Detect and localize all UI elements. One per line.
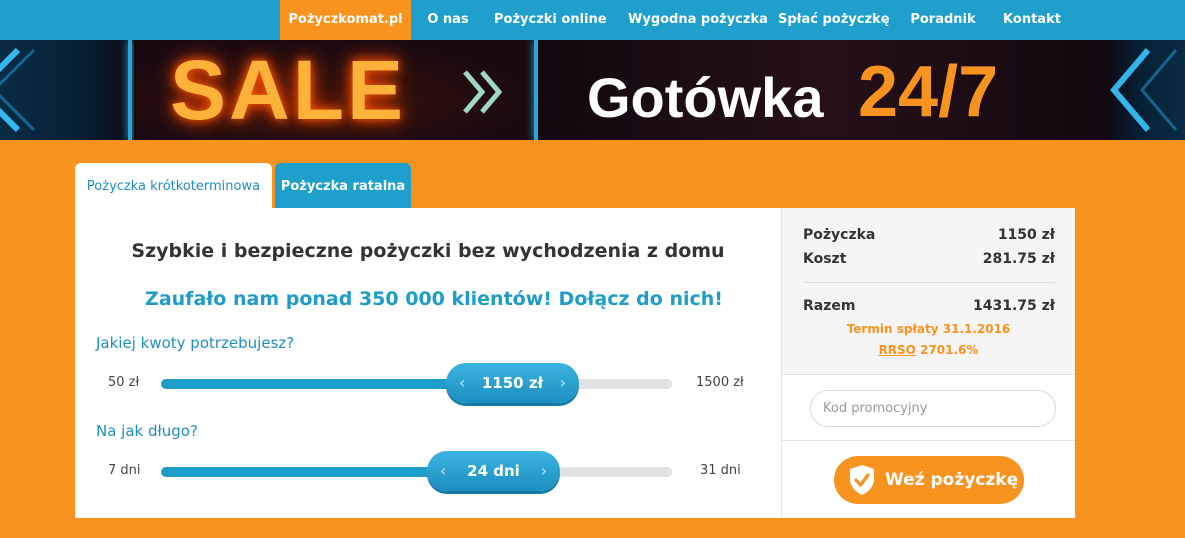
amount-question: Jakiej kwoty potrzebujesz? xyxy=(96,334,295,352)
loan-summary: Pożyczka 1150 zł Koszt 281.75 zł Razem 1… xyxy=(781,208,1075,518)
take-loan-label: Weź pożyczkę xyxy=(885,470,1019,490)
duration-question: Na jak długo? xyxy=(96,422,198,440)
promo-code-input[interactable] xyxy=(810,390,1056,427)
summary-breakdown: Pożyczka 1150 zł Koszt 281.75 zł Razem 1… xyxy=(782,208,1075,375)
loan-calculator: Szybkie i bezpieczne pożyczki bez wychod… xyxy=(75,208,781,518)
promo-banner[interactable]: SALE Gotówka 24/7 xyxy=(0,40,1185,140)
nav-item-convenient-loan[interactable]: Wygodna pożyczka xyxy=(628,0,768,40)
cost-label: Koszt xyxy=(803,251,847,267)
shield-check-icon xyxy=(850,465,874,495)
banner-right-decoration xyxy=(1110,40,1185,140)
summary-divider xyxy=(782,440,1075,441)
amount-max-label: 1500 zł xyxy=(696,375,744,390)
loan-label: Pożyczka xyxy=(803,227,876,243)
cost-row: Koszt 281.75 zł xyxy=(803,251,1055,267)
increase-duration-icon[interactable]: › xyxy=(541,451,547,491)
loan-row: Pożyczka 1150 zł xyxy=(803,227,1055,243)
rrso-link[interactable]: RRSO xyxy=(879,343,916,357)
total-row: Razem 1431.75 zł xyxy=(803,298,1055,314)
duration-slider-track[interactable] xyxy=(161,467,672,477)
nav-item-guide[interactable]: Poradnik xyxy=(910,0,976,40)
amount-slider-track[interactable] xyxy=(161,379,672,389)
availability-hours: 24/7 xyxy=(858,52,999,132)
loan-value: 1150 zł xyxy=(997,227,1055,243)
banner-divider xyxy=(128,40,132,140)
duration-slider-handle[interactable]: ‹ 24 dni › xyxy=(427,451,560,491)
sale-heading: SALE xyxy=(170,43,407,137)
double-chevron-right-icon xyxy=(463,70,503,114)
tab-short-term-loan[interactable]: Pożyczka krótkoterminowa xyxy=(75,163,272,208)
chevron-left-neon-icon xyxy=(0,47,36,133)
duration-max-label: 31 dni xyxy=(700,463,741,478)
repayment-date: Termin spłaty 31.1.2016 xyxy=(782,322,1075,336)
nav-item-about[interactable]: O nas xyxy=(425,0,471,40)
increase-amount-icon[interactable]: › xyxy=(560,363,566,403)
summary-divider xyxy=(803,282,1055,283)
decrease-duration-icon[interactable]: ‹ xyxy=(440,451,446,491)
due-date: 31.1.2016 xyxy=(942,322,1011,336)
total-value: 1431.75 zł xyxy=(973,298,1055,314)
banner-left-decoration xyxy=(0,40,130,140)
nav-item-repay-loan[interactable]: Spłać pożyczkę xyxy=(778,0,890,40)
tab-installment-loan[interactable]: Pożyczka ratalna xyxy=(275,163,411,208)
amount-value: 1150 zł xyxy=(481,374,544,392)
decrease-amount-icon[interactable]: ‹ xyxy=(459,363,465,403)
nav-item-contact[interactable]: Kontakt xyxy=(999,0,1065,40)
total-label: Razem xyxy=(803,298,856,314)
due-label: Termin spłaty xyxy=(846,322,939,336)
rrso-info: RRSO 2701.6% xyxy=(782,343,1075,357)
top-nav: Pożyczkomat.pl O nas Pożyczki online Wyg… xyxy=(0,0,1185,40)
amount-min-label: 50 zł xyxy=(108,375,140,390)
duration-min-label: 7 dni xyxy=(108,463,141,478)
duration-value: 24 dni xyxy=(467,462,520,480)
nav-item-home[interactable]: Pożyczkomat.pl xyxy=(280,0,411,40)
rrso-value: 2701.6% xyxy=(920,343,979,357)
cash-heading: Gotówka xyxy=(587,66,824,129)
amount-slider-handle[interactable]: ‹ 1150 zł › xyxy=(446,363,579,403)
chevron-right-neon-icon xyxy=(1110,48,1178,132)
cost-value: 281.75 zł xyxy=(982,251,1055,267)
calculator-subline: Zaufało nam ponad 350 000 klientów! Dołą… xyxy=(145,288,723,310)
calculator-headline: Szybkie i bezpieczne pożyczki bez wychod… xyxy=(131,240,725,262)
nav-item-online-loans[interactable]: Pożyczki online xyxy=(494,0,607,40)
take-loan-button[interactable]: Weź pożyczkę xyxy=(834,456,1024,504)
